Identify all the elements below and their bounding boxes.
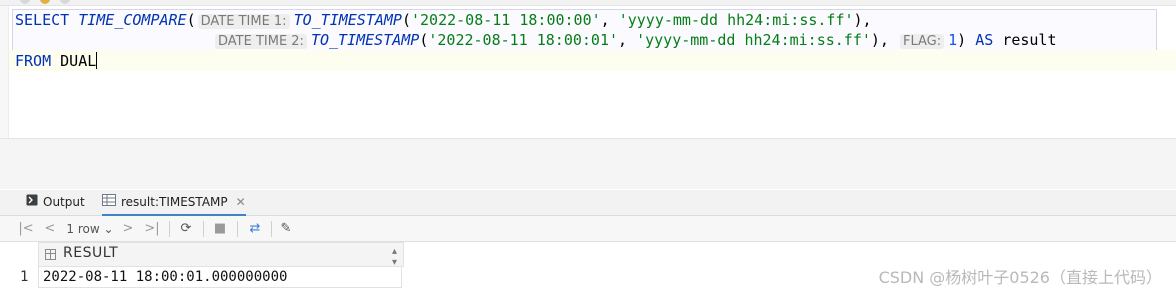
transaction-mode-icon[interactable]: ⇄ [244,220,266,238]
paren: ( [419,31,429,49]
result-toolbar: |< < 1 row ⌄ > >| ⟳ ■ ⇄ ✎ [0,216,1176,242]
tab-output[interactable]: Output [26,190,85,215]
paren-comma: ), [853,11,872,29]
toolbar-divider [237,221,238,237]
current-line-highlight [9,50,1176,71]
editor-status-strip [0,138,1176,164]
keyword-from: FROM [15,52,52,70]
function-time-compare: TIME_COMPARE [78,11,187,29]
column-header-result[interactable]: RESULT ▴ ▾ [38,242,404,268]
result-cell[interactable]: 2022-08-11 18:00:01.000000000 [38,266,402,288]
toolbar-divider [169,221,170,237]
text-caret [96,52,98,69]
services-tab-bar: Output result:TIMESTAMP ✕ [0,190,1176,216]
close-icon[interactable]: ✕ [236,195,246,209]
function-to-timestamp: TO_TIMESTAMP [310,31,420,49]
chevron-down-icon: ⌄ [103,222,114,236]
string-literal-date: '2022-08-11 18:00:00' [410,11,601,29]
toolbar-divider [203,221,204,237]
row-count-dropdown[interactable]: 1 row ⌄ [64,220,116,238]
row-count-label: 1 row [66,222,100,236]
number-literal: 1 [948,31,958,49]
string-literal-date: '2022-08-11 18:00:01' [428,31,619,49]
comma: , [618,31,637,49]
stop-icon[interactable]: ■ [210,220,230,238]
sort-icon[interactable]: ▴ ▾ [392,246,397,268]
first-page-button[interactable]: |< [18,220,34,238]
string-literal-format: 'yyyy-mm-dd hh24:mi:ss.ff' [636,31,871,49]
alias-identifier: result [1002,31,1057,49]
pin-icon[interactable]: ✎ [276,220,296,238]
traffic-light-icon [60,0,70,4]
toolbar-divider [271,221,272,237]
paren-comma: ), [870,31,898,49]
paren: ( [186,11,196,29]
string-literal-format: 'yyyy-mm-dd hh24:mi:ss.ff' [618,11,854,29]
watermark: CSDN @杨树叶子0526（直接上代码） [878,268,1162,287]
function-to-timestamp: TO_TIMESTAMP [293,11,402,29]
param-hint-flag: FLAG: [899,34,945,49]
traffic-light-icon [20,0,30,4]
tab-result-timestamp[interactable]: result:TIMESTAMP ✕ [102,190,246,216]
editor-line-1[interactable]: SELECT TIME_COMPARE(DATE TIME 1: TO_TIMES… [15,10,872,30]
editor-gutter [0,6,9,138]
panel-splitter[interactable] [0,163,1176,189]
editor-line-2[interactable]: DATE TIME 2: TO_TIMESTAMP('2022-08-11 18:… [213,30,1057,50]
paren: ( [401,11,411,29]
paren: ) [957,31,967,49]
keyword-select: SELECT [15,11,70,29]
column-header-label: RESULT [63,245,119,261]
column-icon [45,249,56,260]
param-hint-date-time-2: DATE TIME 2: [215,34,307,49]
comma: , [600,11,619,29]
next-page-button[interactable]: > [120,220,136,238]
traffic-light-icon [40,0,50,4]
tab-result-label: result:TIMESTAMP [121,195,228,209]
previous-page-button[interactable]: < [42,220,58,238]
console-icon [26,190,38,215]
row-number[interactable]: 1 [0,266,38,288]
keyword-as: AS [966,31,1003,49]
param-hint-date-time-1: DATE TIME 1: [197,14,290,29]
tab-output-label: Output [43,195,85,209]
refresh-icon[interactable]: ⟳ [176,220,196,238]
table-identifier: DUAL [51,52,97,70]
last-page-button[interactable]: >| [142,220,162,238]
editor-line-3[interactable]: FROM DUAL [15,51,98,71]
table-icon [102,190,116,215]
